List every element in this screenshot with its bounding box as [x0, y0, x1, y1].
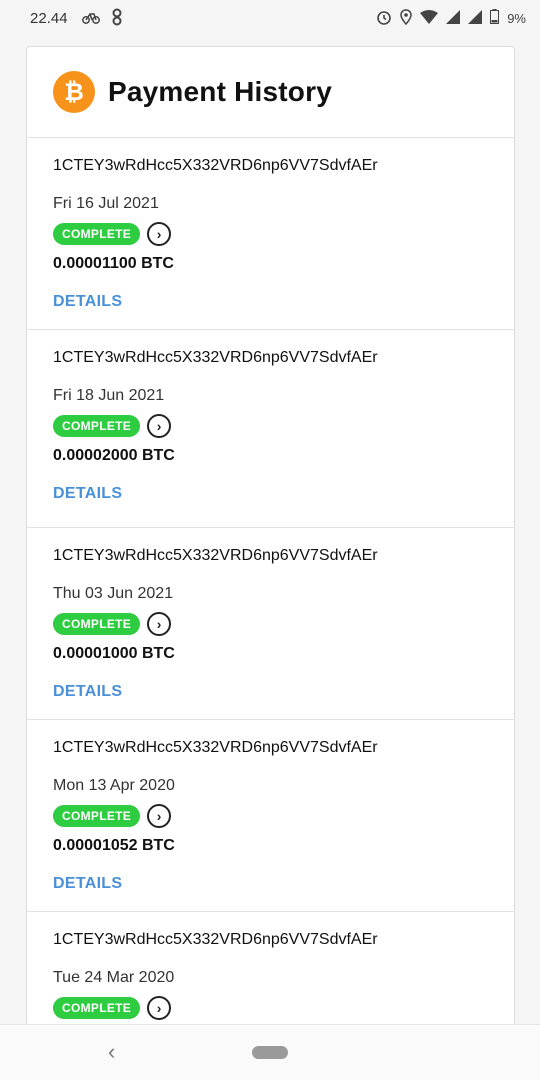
chevron-right-icon[interactable]: › [147, 804, 172, 828]
location-icon [400, 8, 412, 28]
status-time: 22.44 [30, 9, 68, 27]
home-pill-button[interactable] [252, 1046, 288, 1059]
payment-address: 1CTEY3wRdHcc5X332VRD6np6VV7SdvfAEr [53, 547, 378, 564]
payment-amount: 0.00001000 BTC [53, 645, 175, 662]
payment-date: Fri 18 Jun 2021 [53, 387, 165, 404]
payment-date: Fri 16 Jul 2021 [53, 195, 159, 212]
battery-percent: 9% [507, 10, 526, 26]
payment-status-row: COMPLETE › [53, 414, 514, 438]
signal-icon [468, 9, 483, 27]
payment-address: 1CTEY3wRdHcc5X332VRD6np6VV7SdvfAEr [53, 739, 378, 756]
payment-status-row: COMPLETE › [53, 222, 514, 246]
status-badge: COMPLETE [53, 415, 141, 437]
signal-icon [446, 9, 461, 27]
payment-address: 1CTEY3wRdHcc5X332VRD6np6VV7SdvfAEr [53, 157, 378, 174]
payment-status-row: COMPLETE › [53, 804, 514, 828]
payment-history-card: ₿ Payment History 1CTEY3wRdHcc5X332VRD6n… [26, 46, 515, 1026]
wifi-icon [420, 9, 439, 27]
payment-date: Mon 13 Apr 2020 [53, 777, 175, 794]
status-bar: 22.44 9% [0, 0, 540, 36]
payment-amount: 0.00001052 BTC [53, 837, 175, 854]
status-badge: COMPLETE [53, 805, 141, 827]
payment-item: 1CTEY3wRdHcc5X332VRD6np6VV7SdvfAEr Mon 1… [27, 720, 514, 912]
details-link[interactable]: DETAILS [53, 292, 122, 312]
navigation-bar: ‹ [0, 1024, 540, 1080]
status-badge: COMPLETE [53, 223, 141, 245]
alarm-icon [376, 9, 392, 28]
payment-date: Tue 24 Mar 2020 [53, 969, 175, 986]
status-left-icons [81, 8, 126, 29]
chevron-right-icon[interactable]: › [147, 222, 172, 246]
payment-amount: 0.00002000 BTC [53, 447, 175, 464]
chevron-right-icon[interactable]: › [147, 414, 172, 438]
details-link[interactable]: DETAILS [53, 484, 122, 504]
payment-status-row: COMPLETE › [53, 612, 514, 636]
status-badge: COMPLETE [53, 997, 141, 1019]
infinity-icon [108, 8, 126, 29]
status-right-icons: 9% [376, 8, 526, 28]
payment-item: 1CTEY3wRdHcc5X332VRD6np6VV7SdvfAEr Fri 1… [27, 330, 514, 528]
page-title: Payment History [108, 76, 332, 107]
payment-amount: 0.00001100 BTC [53, 255, 174, 272]
payment-address: 1CTEY3wRdHcc5X332VRD6np6VV7SdvfAEr [53, 349, 378, 366]
payment-date: Thu 03 Jun 2021 [53, 585, 174, 602]
bike-icon [81, 10, 100, 27]
details-link[interactable]: DETAILS [53, 682, 122, 702]
status-badge: COMPLETE [53, 613, 141, 635]
payment-status-row: COMPLETE › [53, 996, 514, 1020]
back-icon[interactable]: ‹ [108, 1039, 115, 1065]
chevron-right-icon[interactable]: › [147, 996, 172, 1020]
payment-item: 1CTEY3wRdHcc5X332VRD6np6VV7SdvfAEr Tue 2… [27, 912, 514, 1025]
battery-icon [490, 9, 500, 27]
chevron-right-icon[interactable]: › [147, 612, 172, 636]
bitcoin-icon: ₿ [53, 71, 95, 113]
payment-item: 1CTEY3wRdHcc5X332VRD6np6VV7SdvfAEr Fri 1… [27, 138, 514, 330]
payment-item: 1CTEY3wRdHcc5X332VRD6np6VV7SdvfAEr Thu 0… [27, 528, 514, 720]
details-link[interactable]: DETAILS [53, 874, 122, 894]
card-header: ₿ Payment History [27, 47, 514, 138]
payment-address: 1CTEY3wRdHcc5X332VRD6np6VV7SdvfAEr [53, 931, 378, 948]
